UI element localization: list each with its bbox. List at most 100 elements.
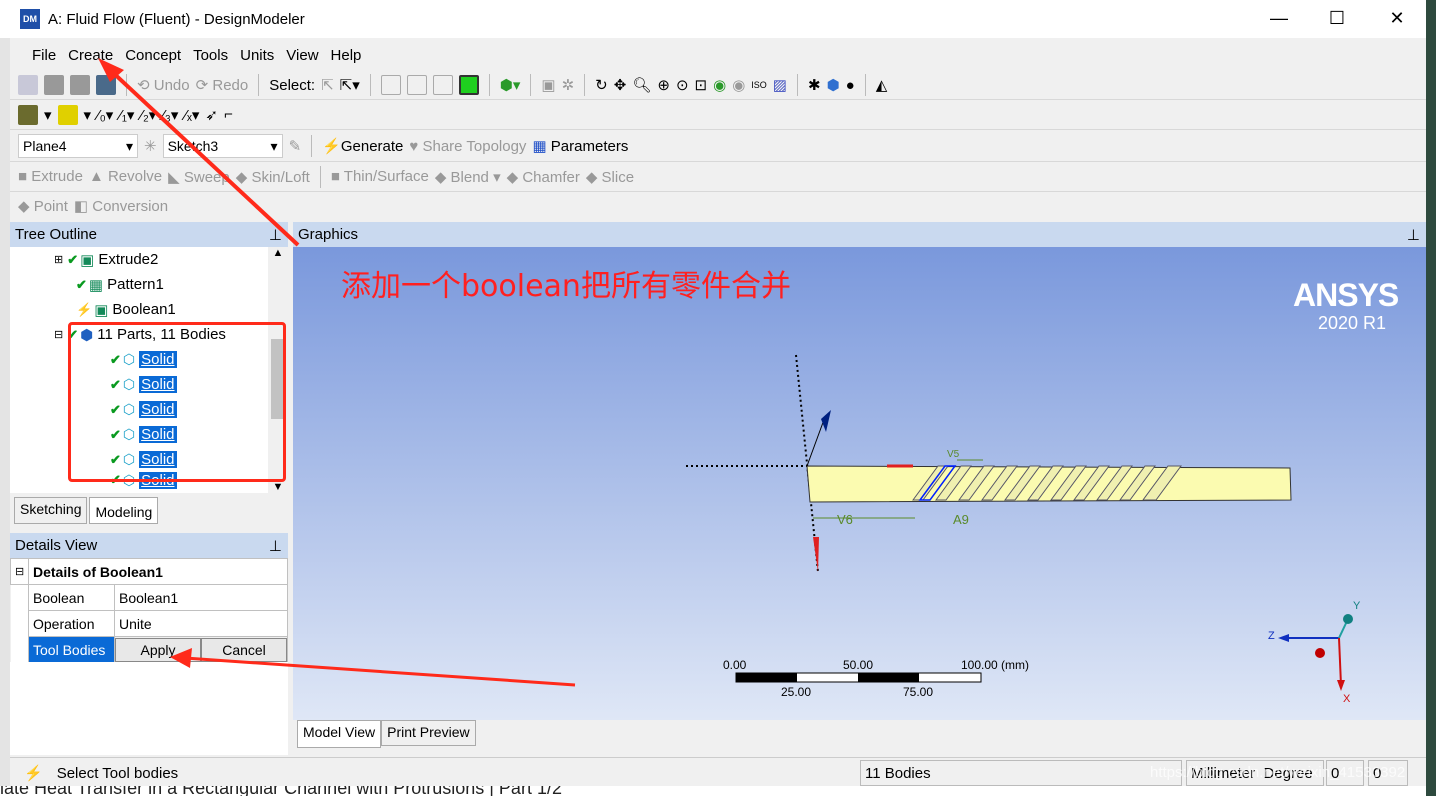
maximize-button[interactable]: ☐: [1317, 8, 1357, 29]
toolbar-plane-sketch: Plane4 ▾ ✳ Sketch3 ▾ ✎ ⚡Generate ♥ Share T…: [10, 131, 1426, 162]
share-topology-button[interactable]: ♥ Share Topology: [409, 138, 526, 155]
tree-outline-header: Tree Outline ⊥: [10, 222, 288, 247]
graphics-title: Graphics: [298, 226, 359, 243]
detail-value[interactable]: Unite: [114, 610, 288, 637]
conversion-button[interactable]: ◧ Conversion: [74, 197, 168, 215]
look-at-icon[interactable]: ◭: [876, 76, 888, 94]
snap-icon[interactable]: ⌐: [224, 106, 233, 123]
title-bar: DM A: Fluid Flow (Fluent) - DesignModele…: [0, 0, 1426, 38]
chamfer-button[interactable]: ◆ Chamfer: [507, 168, 580, 186]
tab-sketching[interactable]: Sketching: [14, 497, 88, 524]
select-new-icon[interactable]: ⇱: [321, 76, 334, 94]
toolbar-point: ◆ Point ◧ Conversion: [10, 192, 1426, 220]
blend-button[interactable]: ◆ Blend ▾: [435, 168, 501, 186]
pin-icon[interactable]: ⊥: [1407, 226, 1420, 244]
close-button[interactable]: ✕: [1377, 8, 1417, 29]
new-plane-icon[interactable]: ✳: [144, 137, 157, 155]
face-display-icon[interactable]: [18, 104, 38, 125]
menu-view[interactable]: View: [280, 47, 324, 64]
dimension-a9: A9: [953, 512, 969, 527]
zoom-icon[interactable]: 🔍︎: [632, 76, 651, 94]
clear-select-icon[interactable]: ✲: [562, 76, 575, 94]
extrude-button[interactable]: ■ Extrude: [18, 168, 83, 185]
box-select-icon[interactable]: ▣: [541, 76, 555, 94]
pan-icon[interactable]: ✥: [614, 76, 627, 94]
screenshot-icon[interactable]: [96, 75, 116, 95]
graphics-viewport[interactable]: 添加一个boolean把所有零件合并 ANSYS 2020 R1 V6 A9 V…: [293, 247, 1426, 720]
previous-view-icon[interactable]: ◉: [713, 76, 726, 94]
line-thickness-0-icon[interactable]: ⁄₀▾: [97, 106, 113, 124]
revolve-button[interactable]: ▲ Revolve: [89, 168, 162, 185]
iso-view-icon[interactable]: ISO: [751, 80, 767, 90]
tree-item-label: Pattern1: [107, 276, 164, 293]
pin-icon[interactable]: ➶: [205, 106, 218, 124]
cancel-button[interactable]: Cancel: [201, 637, 287, 662]
slice-label: Slice: [601, 168, 635, 186]
apply-button[interactable]: Apply: [115, 637, 201, 662]
save-icon[interactable]: [44, 75, 64, 95]
display-points-icon[interactable]: ●: [846, 77, 855, 94]
detail-key-tool-bodies: Tool Bodies: [28, 636, 115, 663]
export-icon[interactable]: [70, 75, 90, 95]
new-sketch-icon[interactable]: ✎: [289, 137, 302, 155]
line-thickness-3-icon[interactable]: ⁄₃▾: [162, 106, 178, 124]
zoom-box-icon[interactable]: ⊙: [676, 76, 689, 94]
tree-tabs: Sketching Modeling: [14, 497, 159, 524]
skin-loft-button[interactable]: ◆ Skin/Loft: [236, 168, 310, 186]
line-thickness-2-icon[interactable]: ⁄₂▾: [140, 106, 156, 124]
tree-item-pattern1[interactable]: ✔ ▦ Pattern1: [10, 272, 288, 297]
slice-button[interactable]: ◆ Slice: [586, 168, 634, 186]
rotate-icon[interactable]: ↻: [595, 76, 608, 94]
menu-bar: File Create Concept Tools Units View Hel…: [10, 40, 1426, 70]
detail-key: Boolean: [28, 584, 115, 611]
display-model-icon[interactable]: ⬢: [827, 76, 840, 94]
collapse-icon[interactable]: ⊟: [10, 558, 29, 585]
tree-item-label: Boolean1: [112, 301, 176, 318]
display-edges-icon[interactable]: ✱: [808, 76, 821, 94]
tab-print-preview[interactable]: Print Preview: [381, 720, 476, 746]
menu-tools[interactable]: Tools: [187, 47, 234, 64]
pin-icon[interactable]: ⊥: [269, 537, 282, 555]
minimize-button[interactable]: —: [1259, 8, 1299, 29]
menu-units[interactable]: Units: [234, 47, 280, 64]
zoom-in-icon[interactable]: ⊕: [657, 76, 670, 94]
menu-file[interactable]: File: [26, 47, 62, 64]
next-view-icon[interactable]: ◉: [732, 76, 745, 94]
tab-model-view[interactable]: Model View: [297, 720, 382, 748]
undo-button[interactable]: ⟲ Undo: [137, 76, 190, 94]
details-header: Details of Boolean1: [28, 558, 288, 585]
select-body-icon[interactable]: [458, 75, 479, 95]
line-thickness-x-icon[interactable]: ⁄ₓ▾: [184, 106, 199, 124]
select-mode-icon[interactable]: ⇱▾: [340, 76, 360, 94]
edge-display-icon[interactable]: [57, 104, 78, 125]
menu-create[interactable]: Create: [62, 47, 119, 64]
menu-help[interactable]: Help: [325, 47, 368, 64]
point-button[interactable]: ◆ Point: [18, 197, 68, 215]
pin-icon[interactable]: ⊥: [269, 226, 282, 244]
parameters-button[interactable]: ▦ Parameters: [532, 137, 628, 155]
select-edge-icon[interactable]: [406, 75, 427, 95]
display-plane-icon[interactable]: ▨: [773, 76, 787, 94]
generate-button[interactable]: ⚡Generate: [322, 137, 403, 155]
units-text: Millimeter: [1191, 764, 1256, 782]
toolbar-features: ■ Extrude ▲ Revolve ◣ Sweep ◆ Skin/Loft …: [10, 162, 1426, 192]
select-face-icon[interactable]: [432, 75, 453, 95]
status-units[interactable]: Millimeter Degree: [1186, 760, 1324, 786]
select-point-icon[interactable]: [380, 75, 401, 95]
menu-concept[interactable]: Concept: [119, 47, 187, 64]
redo-button[interactable]: ⟳ Redo: [196, 76, 249, 94]
tree-item-extrude2[interactable]: ⊞ ✔ ▣ Extrude2: [10, 247, 288, 272]
sketch-select[interactable]: Sketch3 ▾: [162, 134, 283, 158]
sweep-button[interactable]: ◣ Sweep: [168, 168, 230, 186]
plane-select[interactable]: Plane4 ▾: [18, 134, 138, 158]
line-thickness-1-icon[interactable]: ⁄₁▾: [119, 106, 134, 124]
tab-modeling[interactable]: Modeling: [89, 497, 159, 524]
extend-selection-icon[interactable]: ⬢▾: [500, 76, 521, 94]
tree-item-boolean1[interactable]: ⚡ ▣ Boolean1: [10, 297, 288, 322]
new-icon[interactable]: [18, 75, 38, 95]
thin-surface-button[interactable]: ■ Thin/Surface: [331, 168, 429, 185]
background-window: late Heat Transfer in a Rectangular Chan…: [0, 786, 1426, 796]
zoom-fit-icon[interactable]: ⊡: [695, 76, 708, 94]
dimension-v6: V6: [837, 512, 853, 527]
tree-outline-title: Tree Outline: [15, 226, 97, 243]
